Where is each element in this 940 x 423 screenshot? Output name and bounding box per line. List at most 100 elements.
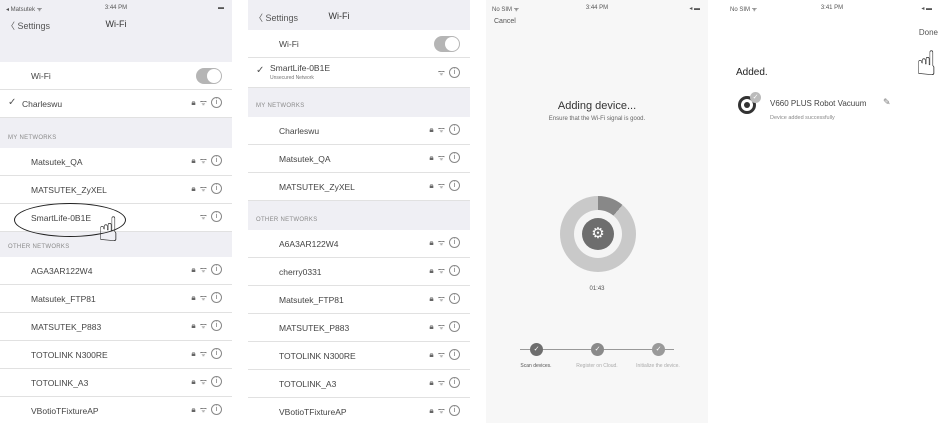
wifi-toggle[interactable]: [434, 36, 460, 52]
network-row[interactable]: MATSUTEK_ZyXEL 🔒︎ ᯤ i: [0, 176, 232, 204]
done-button[interactable]: Done: [919, 28, 938, 37]
lock-icon: 🔒︎: [191, 404, 196, 414]
network-name: MATSUTEK_P883: [279, 323, 350, 333]
network-name: A6A3AR122W4: [279, 239, 339, 249]
lock-icon: 🔒︎: [191, 155, 196, 165]
lock-icon: 🔒︎: [429, 349, 434, 359]
info-icon[interactable]: i: [211, 348, 222, 359]
info-icon[interactable]: i: [449, 377, 460, 388]
info-icon[interactable]: i: [211, 292, 222, 303]
lock-icon: 🔒︎: [429, 124, 434, 134]
network-row[interactable]: Charleswu 🔒︎ ᯤ i: [248, 117, 470, 145]
added-heading: Added.: [736, 67, 768, 78]
network-row[interactable]: Matsutek_QA 🔒︎ ᯤ i: [248, 145, 470, 173]
network-row[interactable]: TOTOLINK N300RE 🔒︎ ᯤ i: [0, 341, 232, 369]
network-row[interactable]: MATSUTEK_ZyXEL 🔒︎ ᯤ i: [248, 173, 470, 201]
lock-icon: 🔒︎: [191, 97, 196, 107]
info-icon[interactable]: i: [449, 237, 460, 248]
adding-subtitle: Ensure that the Wi-Fi signal is good.: [548, 116, 646, 122]
lock-icon: 🔒︎: [191, 292, 196, 302]
battery-icon: ◂ ▬: [689, 6, 700, 12]
info-icon[interactable]: i: [449, 180, 460, 191]
network-row[interactable]: AGA3AR122W4 🔒︎ ᯤ i: [0, 257, 232, 285]
wifi-icon: ᯤ: [199, 156, 207, 165]
wifi-icon: ᯤ: [437, 378, 445, 387]
pointing-hand-icon: ☝: [98, 211, 119, 249]
info-icon[interactable]: i: [449, 349, 460, 360]
network-row[interactable]: A6A3AR122W4 🔒︎ ᯤ i: [248, 230, 470, 258]
device-added-screen: No SIM ᯤ 3:41 PM ◂ ▬ Done ☝ Added. ✓ V66…: [724, 0, 940, 423]
wifi-settings-screen-2: 〈 Settings Wi-Fi Wi-Fi ✓ SmartLife-0B1E …: [248, 0, 470, 423]
info-icon[interactable]: i: [211, 264, 222, 275]
network-name: AGA3AR122W4: [31, 266, 93, 276]
info-icon[interactable]: i: [211, 155, 222, 166]
lock-icon: 🔒︎: [191, 183, 196, 193]
network-name: VBotioTFixtureAP: [279, 407, 347, 417]
info-icon[interactable]: i: [211, 97, 222, 108]
checkmark-icon: ✓: [8, 97, 17, 108]
info-icon[interactable]: i: [449, 405, 460, 416]
connected-network-row[interactable]: ✓ SmartLife-0B1E Unsecured Network ᯤi: [248, 58, 470, 88]
network-row[interactable]: TOTOLINK_A3 🔒︎ ᯤ i: [0, 369, 232, 397]
network-row[interactable]: cherry0331 🔒︎ ᯤ i: [248, 258, 470, 286]
step-label: Initialize the device.: [636, 363, 680, 369]
my-networks-header: MY NETWORKS: [256, 103, 305, 109]
step-3-indicator: ✓: [652, 343, 665, 356]
wifi-settings-screen-1: ◂ Matsutek ᯤ 3:44 PM ▬ 〈 Settings Wi-Fi …: [0, 0, 232, 423]
step-2-indicator: ✓: [591, 343, 604, 356]
progress-ring: ⚙: [560, 196, 636, 272]
device-name: V660 PLUS Robot Vacuum: [770, 99, 867, 108]
wifi-icon: ᯤ: [199, 184, 207, 193]
wifi-icon: ᯤ: [199, 293, 207, 302]
info-icon[interactable]: i: [211, 376, 222, 387]
network-row[interactable]: Matsutek_FTP81 🔒︎ ᯤ i: [248, 286, 470, 314]
network-name: Charleswu: [279, 126, 320, 136]
info-icon[interactable]: i: [449, 67, 460, 78]
time-label: 3:41 PM: [820, 5, 844, 11]
connected-network-row[interactable]: ✓ Charleswu 🔒︎ ᯤ i: [0, 90, 232, 118]
network-name: Matsutek_QA: [279, 154, 331, 164]
network-row[interactable]: TOTOLINK_A3 🔒︎ ᯤ i: [248, 370, 470, 398]
info-icon[interactable]: i: [449, 321, 460, 332]
wifi-icon: ᯤ: [199, 98, 207, 107]
info-icon[interactable]: i: [211, 211, 222, 222]
info-icon[interactable]: i: [449, 293, 460, 304]
nav-bar: 〈 Settings Wi-Fi: [248, 6, 470, 30]
wifi-icon: ᯤ: [437, 153, 445, 162]
network-name: SmartLife-0B1E: [270, 63, 330, 73]
network-name: TOTOLINK_A3: [279, 379, 337, 389]
network-row[interactable]: VBotioTFixtureAP 🔒︎ ᯤ i: [248, 398, 470, 423]
info-icon[interactable]: i: [449, 124, 460, 135]
lock-icon: 🔒︎: [429, 405, 434, 415]
wifi-icon: ᯤ: [437, 68, 445, 77]
battery-icon: ▬: [218, 5, 224, 11]
network-row[interactable]: MATSUTEK_P883 🔒︎ ᯤ i: [248, 314, 470, 342]
network-row[interactable]: Matsutek_QA 🔒︎ ᯤ i: [0, 148, 232, 176]
info-icon[interactable]: i: [211, 320, 222, 331]
network-row[interactable]: Matsutek_FTP81 🔒︎ ᯤ i: [0, 285, 232, 313]
wifi-icon: ᯤ: [437, 350, 445, 359]
gear-icon: ⚙: [582, 218, 614, 250]
info-icon[interactable]: i: [449, 152, 460, 163]
network-row[interactable]: TOTOLINK N300RE 🔒︎ ᯤ i: [248, 342, 470, 370]
lock-icon: 🔒︎: [429, 180, 434, 190]
other-networks-header: OTHER NETWORKS: [256, 217, 318, 223]
network-row[interactable]: VBotioTFixtureAP 🔒︎ ᯤ i: [0, 397, 232, 423]
info-icon[interactable]: i: [211, 404, 222, 415]
status-bar: No SIM ᯤ 3:41 PM ◂ ▬: [724, 0, 940, 14]
wifi-toggle[interactable]: [196, 68, 222, 84]
status-bar: ◂ Matsutek ᯤ 3:44 PM ▬: [0, 0, 232, 14]
info-icon[interactable]: i: [211, 183, 222, 194]
lock-icon: 🔒︎: [191, 376, 196, 386]
network-name: Charleswu: [22, 99, 63, 109]
lock-icon: 🔒︎: [429, 265, 434, 275]
my-networks-header: MY NETWORKS: [8, 135, 57, 141]
edit-icon[interactable]: ✎: [883, 97, 891, 108]
info-icon[interactable]: i: [449, 265, 460, 276]
network-row[interactable]: MATSUTEK_P883 🔒︎ ᯤ i: [0, 313, 232, 341]
countdown-timer: 01:43: [589, 286, 605, 292]
network-name: MATSUTEK_P883: [31, 322, 102, 332]
cancel-button[interactable]: Cancel: [494, 18, 516, 25]
device-status: Device added successfully: [770, 115, 835, 121]
nav-bar: 〈 Settings Wi-Fi: [0, 14, 232, 38]
